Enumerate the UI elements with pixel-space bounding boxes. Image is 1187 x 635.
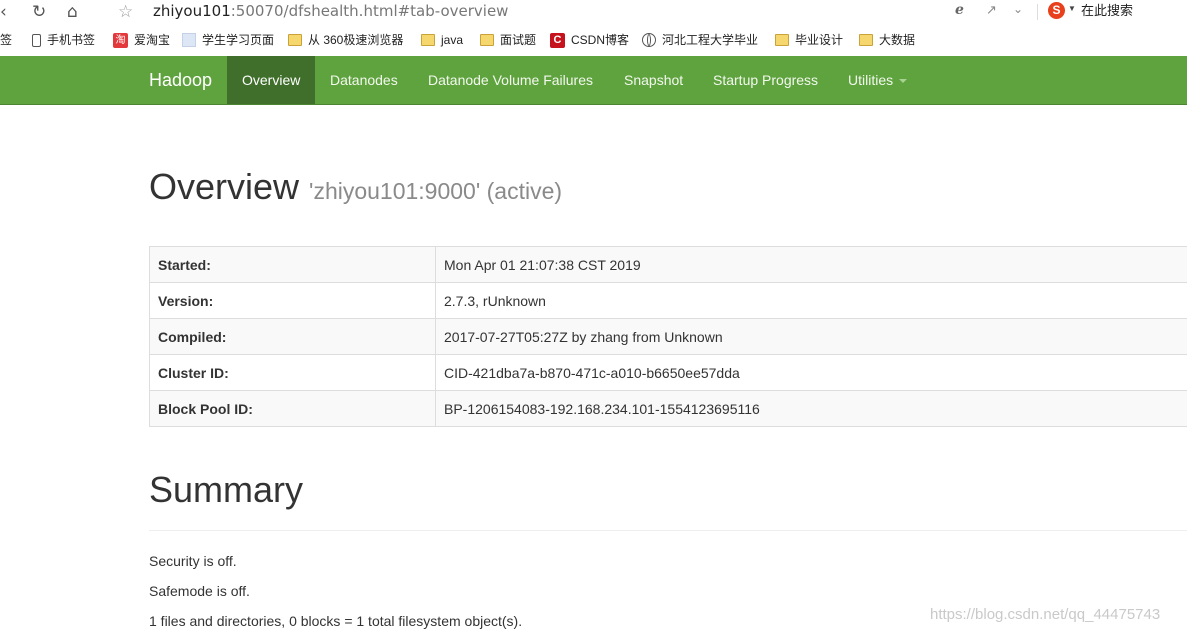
overview-heading: Overview 'zhiyou101:9000' (active) [149,165,562,213]
nav-datanodes[interactable]: Datanodes [315,56,413,104]
search-engine-icon[interactable]: S [1048,2,1065,19]
row-value: 2017-07-27T05:27Z by zhang from Unknown [435,318,1187,355]
bookmark-label: 签 [0,33,13,47]
folder-icon [288,34,302,46]
page-icon [182,33,196,47]
table-row: Version: 2.7.3, rUnknown [149,282,1187,319]
hadoop-navbar: Hadoop Overview Datanodes Datanode Volum… [0,56,1187,105]
bookmarks-bar: 签 手机书签 淘爱淘宝 学生学习页面 从 360极速浏览器 java 面试题 C… [0,27,1187,54]
table-row: Block Pool ID: BP-1206154083-192.168.234.… [149,390,1187,427]
bookmark-label: 河北工程大学毕业 [662,33,759,47]
chevron-down-icon[interactable]: ⌄ [1013,2,1023,16]
filesystem-summary: 1 files and directories, 0 blocks = 1 to… [149,613,523,629]
page-title: Overview [149,166,300,207]
row-key: Started: [149,246,436,283]
nav-snapshot[interactable]: Snapshot [609,56,698,104]
brand-logo[interactable]: Hadoop [149,56,212,104]
csdn-icon: C [550,32,565,48]
globe-icon [642,33,656,47]
row-key: Compiled: [149,318,436,355]
caret-down-icon [899,79,908,84]
address-path: :50070/dfshealth.html#tab-overview [230,2,509,20]
row-value: CID-421dba7a-b870-471c-a010-b6650ee57dda [435,354,1187,391]
row-value: Mon Apr 01 21:07:38 CST 2019 [435,246,1187,283]
toolbar-divider [1037,4,1038,20]
bookmark-label: 面试题 [500,33,537,47]
bookmark-folder-java[interactable]: java [421,32,463,48]
bookmark-csdn[interactable]: C CSDN博客 [550,32,629,48]
bookmark-label: java [441,33,464,47]
bookmark-label: 手机书签 [47,33,96,47]
bookmark-label: 爱淘宝 [134,33,171,47]
bookmark-hebei-university[interactable]: 河北工程大学毕业 [642,32,758,48]
watermark: https://blog.csdn.net/qq_44475743 [930,606,1161,623]
nav-utilities-dropdown[interactable]: Utilities [833,56,922,104]
bookmark-label: 从 360极速浏览器 [308,33,404,47]
phone-icon [32,33,41,47]
bookmark-folder-bigdata[interactable]: 大数据 [859,32,915,48]
folder-icon [480,34,494,46]
nav-datanode-volume-failures[interactable]: Datanode Volume Failures [413,56,608,104]
row-key: Cluster ID: [149,354,436,391]
folder-icon [421,34,435,46]
address-host: zhiyou101 [153,2,231,20]
row-value: BP-1206154083-192.168.234.101-1554123695… [435,390,1187,427]
table-row: Cluster ID: CID-421dba7a-b870-471c-a010-b… [149,354,1187,391]
summary-divider [149,530,1187,531]
star-icon[interactable]: ☆ [118,2,133,22]
summary-heading: Summary [149,469,304,510]
nav-overview[interactable]: Overview [227,56,315,104]
nav-startup-progress[interactable]: Startup Progress [698,56,833,104]
bookmark-folder-graduation[interactable]: 毕业设计 [775,32,843,48]
search-input[interactable]: 在此搜索 [1081,2,1133,20]
reload-icon[interactable]: ↻ [32,2,46,22]
row-key: Block Pool ID: [149,390,436,427]
overview-table: Started: Mon Apr 01 21:07:38 CST 2019 Ver… [149,246,1187,427]
folder-icon [859,34,873,46]
bookmark-cut[interactable]: 签 [0,32,12,48]
ie-mode-icon[interactable]: e [955,2,964,18]
table-row: Started: Mon Apr 01 21:07:38 CST 2019 [149,246,1187,283]
row-value: 2.7.3, rUnknown [435,282,1187,319]
bookmark-label: 大数据 [879,33,916,47]
security-status: Security is off. [149,553,237,569]
bookmark-folder-360[interactable]: 从 360极速浏览器 [288,32,403,48]
share-icon[interactable]: ↗ [986,3,997,18]
bookmark-label: CSDN博客 [571,33,630,47]
nav-utilities-label: Utilities [848,72,894,88]
bookmark-taobao[interactable]: 淘爱淘宝 [113,32,170,48]
address-bar[interactable]: zhiyou101:50070/dfshealth.html#tab-overv… [153,2,508,20]
bookmark-label: 学生学习页面 [202,33,275,47]
table-row: Compiled: 2017-07-27T05:27Z by zhang from… [149,318,1187,355]
taobao-icon: 淘 [113,32,128,48]
namenode-subtitle: 'zhiyou101:9000' (active) [309,178,563,204]
search-engine-caret-icon[interactable]: ▼ [1068,4,1076,13]
bookmark-student-page[interactable]: 学生学习页面 [182,32,274,48]
bookmark-label: 毕业设计 [795,33,844,47]
bookmark-folder-interview[interactable]: 面试题 [480,32,536,48]
home-icon[interactable]: ⌂ [67,2,78,22]
safemode-status: Safemode is off. [149,583,250,599]
back-icon[interactable]: ‹ [0,2,7,22]
bookmark-mobile[interactable]: 手机书签 [32,32,95,48]
row-key: Version: [149,282,436,319]
folder-icon [775,34,789,46]
browser-toolbar: ‹ ↻ ⌂ ☆ zhiyou101:50070/dfshealth.html#t… [0,0,1187,26]
